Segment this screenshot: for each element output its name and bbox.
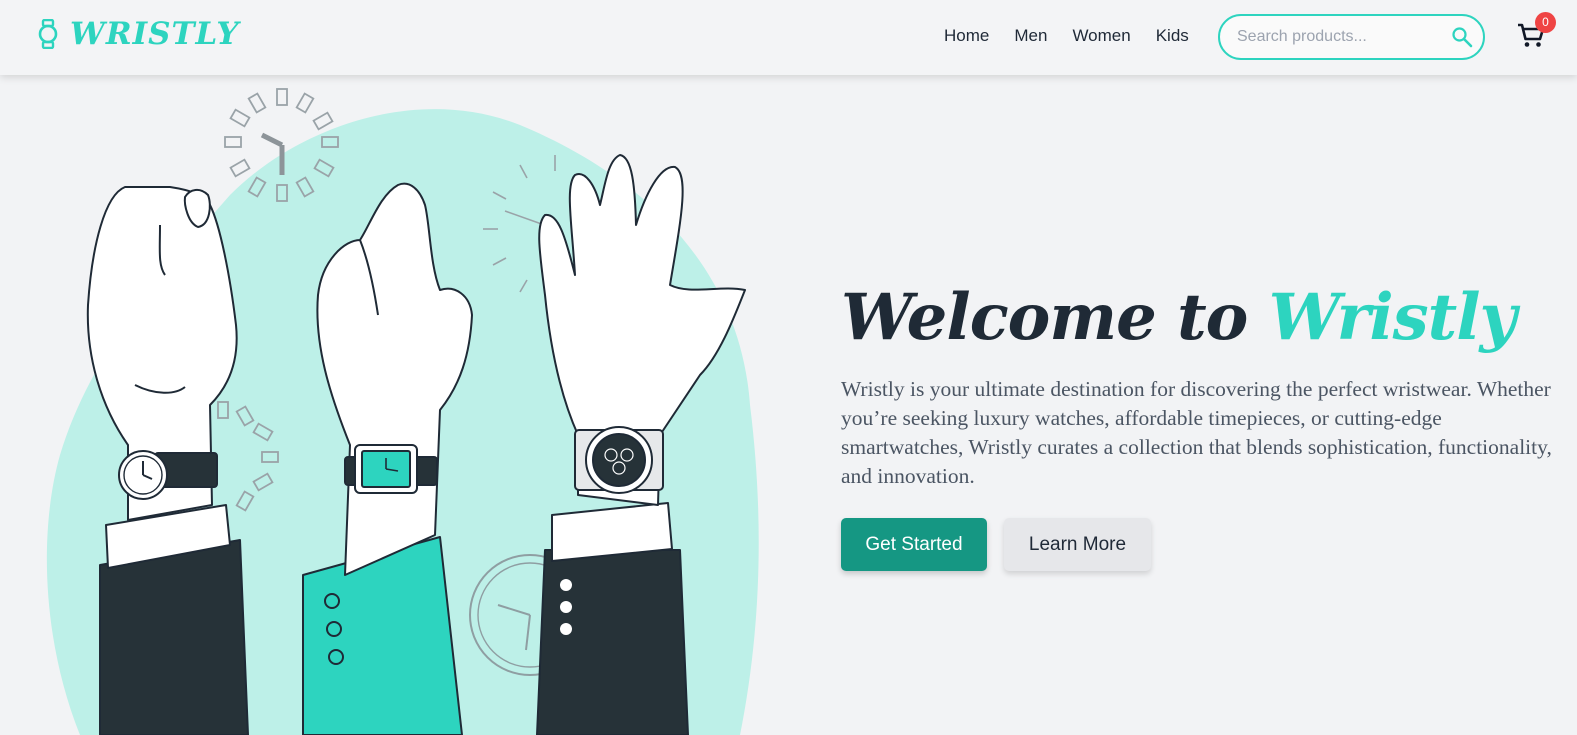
hero-description: Wristly is your ultimate destination for… bbox=[841, 377, 1552, 488]
nav-kids[interactable]: Kids bbox=[1156, 26, 1189, 46]
watch-icon bbox=[38, 19, 58, 49]
search-input[interactable] bbox=[1237, 28, 1442, 46]
nav-women[interactable]: Women bbox=[1072, 26, 1130, 46]
hero-title-brand: Wristly bbox=[1268, 280, 1517, 355]
nav-men[interactable]: Men bbox=[1014, 26, 1047, 46]
nav-home[interactable]: Home bbox=[944, 26, 989, 46]
hero-illustration bbox=[46, 88, 759, 735]
brand-name: WRISTLY bbox=[70, 16, 240, 52]
main-nav: Home Men Women Kids bbox=[944, 26, 1214, 46]
brand-logo[interactable]: WRISTLY bbox=[36, 16, 239, 52]
search-box bbox=[1218, 14, 1485, 60]
hero-content: Welcome to Wristly Wristly is your ultim… bbox=[841, 275, 1566, 491]
hero-title: Welcome to Wristly bbox=[841, 275, 1566, 361]
cart-count-badge: 0 bbox=[1535, 12, 1556, 33]
get-started-button[interactable]: Get Started bbox=[841, 518, 987, 571]
hero-title-prefix: Welcome to bbox=[841, 280, 1248, 355]
learn-more-button[interactable]: Learn More bbox=[1004, 518, 1151, 571]
hero-actions: Get Started Learn More bbox=[841, 518, 1151, 571]
search-icon[interactable] bbox=[1451, 26, 1473, 48]
site-header: WRISTLY Home Men Women Kids 0 bbox=[0, 0, 1577, 75]
